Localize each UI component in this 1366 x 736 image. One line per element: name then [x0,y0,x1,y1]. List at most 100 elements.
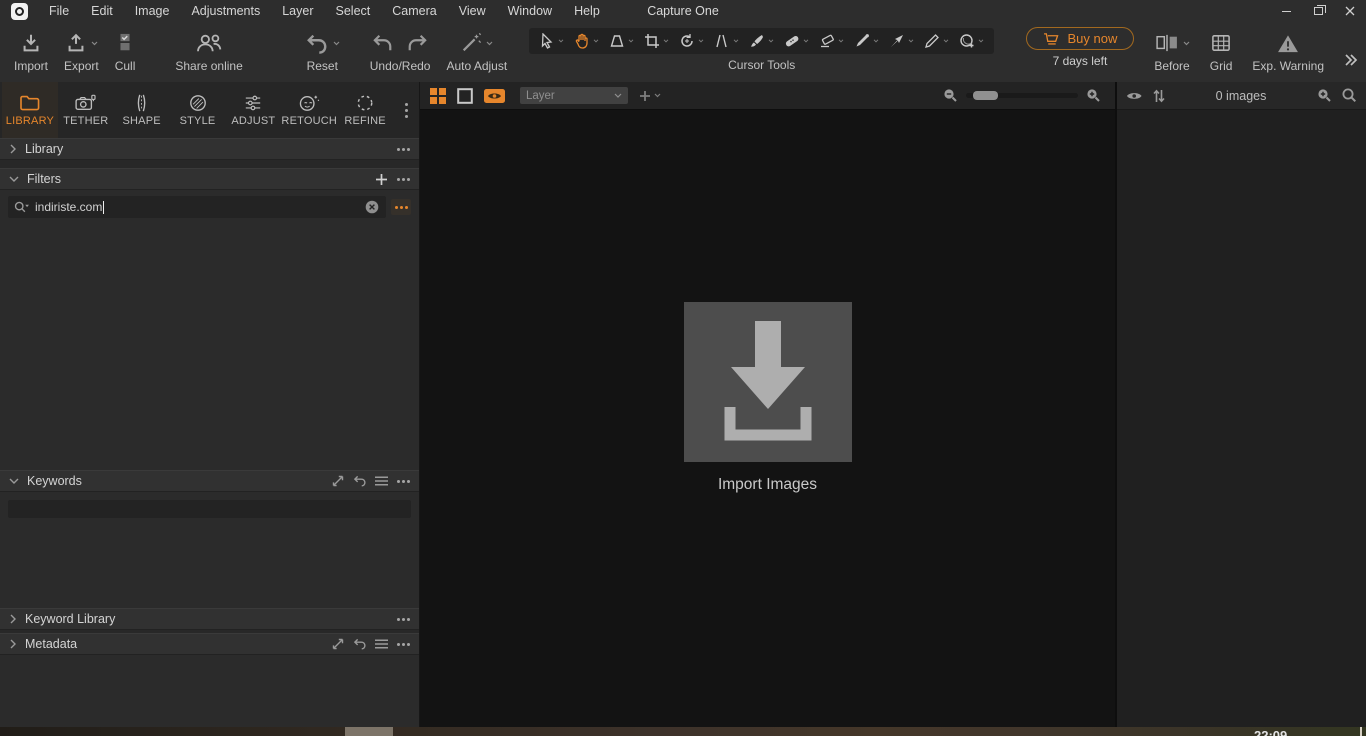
auto-adjust-button[interactable]: Auto Adjust [446,22,507,82]
video-timeline-strip[interactable]: 22:09 [0,727,1366,736]
filters-actions-button[interactable] [397,177,410,181]
zoom-in-icon[interactable] [1086,88,1101,103]
spot-brush-tool[interactable] [745,31,778,51]
refine-icon [357,95,373,110]
browser-search-button[interactable] [1342,88,1357,103]
menu-window[interactable]: Window [497,0,563,22]
toolbar-overflow-button[interactable] [1344,53,1358,66]
close-button[interactable] [1334,0,1366,22]
heal-tool[interactable] [780,31,813,51]
menu-layer[interactable]: Layer [271,0,324,22]
add-filter-button[interactable] [375,173,388,186]
loupe-tool[interactable] [605,31,638,51]
eye-correction-icon [960,34,974,48]
single-view-button[interactable] [457,87,473,104]
tab-retouch[interactable]: RETOUCH [281,82,337,138]
buy-now-button[interactable]: Buy now [1025,27,1135,50]
reset-button[interactable]: Reset [305,22,340,82]
select-cursor-icon [541,33,553,49]
presets-menu-icon[interactable] [375,639,388,649]
zoom-out-icon[interactable] [943,88,958,103]
filters-section-header[interactable]: Filters [0,168,419,190]
tab-adjust[interactable]: ADJUST [225,82,281,138]
draw-mask-tool[interactable] [850,31,883,51]
browser-filter-eye-button[interactable] [1126,90,1143,102]
crop-tool[interactable] [640,31,673,51]
cursor-tools-label: Cursor Tools [728,58,796,72]
menu-help[interactable]: Help [563,0,611,22]
minimize-button[interactable] [1270,0,1302,22]
import-images-dropzone[interactable] [683,302,852,462]
cursor-tools-group: Cursor Tools [529,22,995,82]
maximize-icon [1313,5,1326,15]
export-button[interactable]: Export [64,22,99,82]
copy-adjustment-icon[interactable] [332,638,344,650]
reset-tool-icon[interactable] [353,475,366,487]
chevron-right-icon [10,144,16,154]
tab-style[interactable]: STYLE [170,82,226,138]
draw-mask-pen-icon [856,34,870,47]
pan-tool[interactable] [570,31,603,51]
tab-refine[interactable]: REFINE [337,82,393,138]
keyword-library-actions-button[interactable] [397,617,410,621]
layer-select[interactable]: Layer [520,87,628,104]
share-online-button[interactable]: Share online [175,22,243,82]
menu-adjustments[interactable]: Adjustments [180,0,271,22]
viewer-area: Layer Import Images [420,82,1115,736]
viewer-toolbar: Layer [420,82,1115,110]
redo-icon [408,34,427,51]
keywords-input[interactable] [8,500,411,518]
cull-button[interactable]: Cull [115,22,135,82]
keywords-actions-button[interactable] [397,479,410,483]
straighten-tool[interactable] [710,31,743,51]
search-options-button[interactable] [391,199,411,215]
reset-tool-icon[interactable] [353,638,366,650]
copy-adjustment-icon[interactable] [332,475,344,487]
tab-tether[interactable]: TETHER [58,82,114,138]
filled-arrow-icon [891,35,904,47]
multi-view-button[interactable] [430,87,446,104]
presets-menu-icon[interactable] [375,476,388,486]
before-toggle[interactable]: Before [1154,27,1190,73]
auto-adjust-wand-icon [463,32,482,52]
chevron-down-icon [558,39,564,43]
red-eye-tool[interactable] [955,31,988,51]
metadata-actions-button[interactable] [397,642,410,646]
magic-mask-tool[interactable] [885,31,918,51]
grid-toggle[interactable]: Grid [1210,27,1232,73]
menu-image[interactable]: Image [124,0,181,22]
zoom-slider-handle[interactable] [973,91,998,100]
tab-shape[interactable]: SHAPE [114,82,170,138]
menu-edit[interactable]: Edit [80,0,124,22]
proof-view-button[interactable] [484,88,505,104]
menu-camera[interactable]: Camera [381,0,447,22]
menu-select[interactable]: Select [325,0,382,22]
menu-view[interactable]: View [448,0,497,22]
clear-search-button[interactable] [365,200,379,214]
exposure-warning-toggle[interactable]: Exp. Warning [1252,27,1324,73]
keywords-section-header[interactable]: Keywords [0,470,419,492]
metadata-section-header[interactable]: Metadata [0,633,419,655]
tool-tabs-menu-button[interactable] [393,82,419,138]
hand-pan-icon [575,33,588,49]
keyword-library-section-header[interactable]: Keyword Library [0,608,419,630]
menu-file[interactable]: File [38,0,80,22]
tab-library[interactable]: LIBRARY [2,82,58,138]
select-tool[interactable] [535,31,568,51]
import-button[interactable]: Import [14,22,48,82]
browser-thumbnails-area[interactable] [1117,110,1366,736]
filter-search-input[interactable]: indiriste.com [8,196,386,218]
chevron-down-icon [1183,41,1189,45]
library-section-header[interactable]: Library [0,138,419,160]
library-actions-button[interactable] [397,147,410,151]
sort-order-button[interactable] [1153,89,1165,103]
undo-redo-buttons[interactable]: Undo/Redo [370,22,430,82]
erase-tool[interactable] [815,31,848,51]
zoom-slider[interactable] [966,91,1078,100]
rotate-tool[interactable] [675,31,708,51]
browser-zoom-button[interactable] [1317,88,1332,103]
titlebar: File Edit Image Adjustments Layer Select… [0,0,1366,22]
maximize-button[interactable] [1302,0,1334,22]
add-layer-button[interactable] [639,90,661,102]
pen-tool[interactable] [920,31,953,51]
